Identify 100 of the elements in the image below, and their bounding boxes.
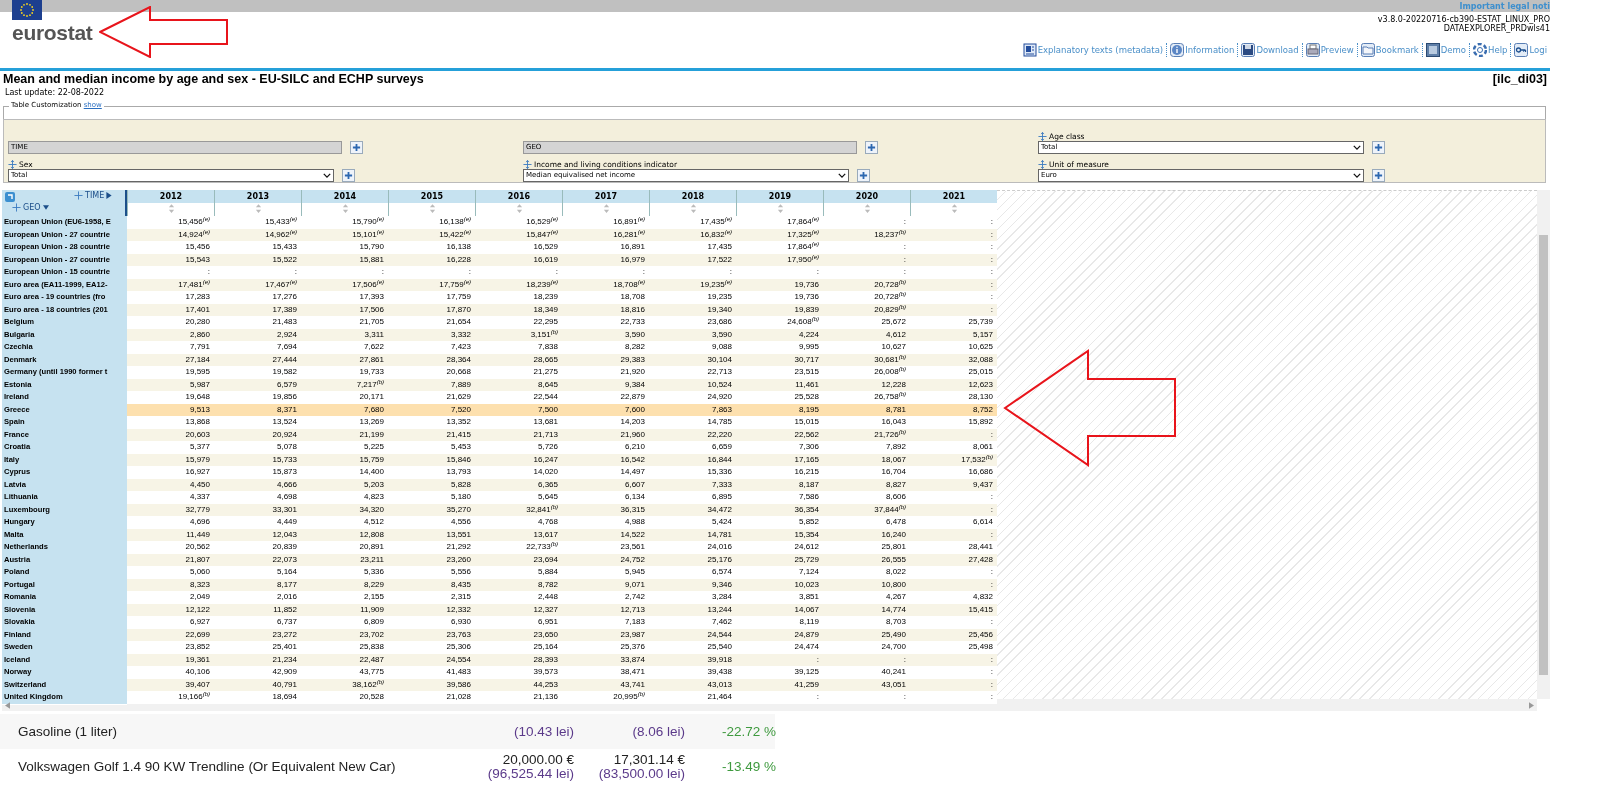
version-text: v3.8.0-20220716-cb390-ESTAT_LINUX_PRO (1377, 15, 1550, 24)
table-cell-text: 3,590 (710, 328, 733, 341)
table-cell-text: : (293, 266, 298, 278)
table-cell-text: 42,909 (271, 666, 298, 678)
table-cell-text: 17,864$^{(e)}$ (786, 216, 820, 228)
column-header[interactable]: 2019 (768, 190, 792, 203)
sort-icon[interactable] (602, 204, 610, 213)
sort-icon[interactable] (341, 204, 349, 213)
table-cell-text: 39,918 (706, 653, 733, 666)
table-cell-text: 19,235$^{(e)}$ (699, 278, 733, 291)
table-cell-text: 5,157 (971, 328, 994, 341)
column-header[interactable]: 2017 (594, 190, 618, 203)
add-button[interactable] (857, 169, 870, 182)
table-cell-text: 23,561 (619, 541, 646, 553)
column-dimension-label[interactable]: TIME (85, 191, 105, 200)
column-header[interactable]: 2013 (246, 190, 270, 203)
table-cell-text: 43,051 (880, 678, 907, 691)
plus-icon (859, 171, 868, 180)
table-cell-text: 32,779 (184, 503, 211, 516)
add-button[interactable] (1372, 169, 1385, 182)
document-icon (1022, 43, 1037, 57)
table-cell-text: 9,513 (188, 403, 211, 416)
table-cell-text: 21,654 (445, 316, 472, 328)
table-cell-text: 15,456 (184, 241, 211, 253)
table-cell-text: 8,606 (884, 491, 907, 503)
move-icon[interactable] (1038, 132, 1047, 141)
table-cell-text: 22,713 (706, 366, 733, 378)
move-icon[interactable] (1038, 160, 1047, 169)
row-dimension-label[interactable]: GEO (23, 203, 41, 212)
column-header[interactable]: 2015 (420, 190, 444, 203)
table-cell-text: 10,625 (967, 341, 994, 353)
table-cell-text: 8,435 (449, 578, 472, 591)
table-cell-text: 8,229 (362, 578, 385, 591)
column-header[interactable]: 2012 (159, 190, 183, 203)
table-cell-text: 16,529$^{(e)}$ (525, 216, 559, 228)
table-cell-text: 23,260 (445, 553, 472, 566)
table-cell-text: 37,844$^{(b)}$ (873, 503, 907, 516)
toolbar-link[interactable]: Information (1166, 43, 1238, 57)
table-cell-text: 8,022 (884, 566, 907, 578)
sort-icon[interactable] (863, 204, 871, 213)
table-cell-text: 8,703 (884, 616, 907, 628)
add-button[interactable] (1372, 141, 1385, 154)
sort-icon[interactable] (689, 204, 697, 213)
table-cell-text: 12,228 (880, 378, 907, 391)
table-cell-text: 19,736 (793, 291, 820, 303)
right-arrow-icon[interactable] (1529, 701, 1534, 709)
toolbar-link[interactable]: Logi (1510, 43, 1550, 57)
table-cell-text: 7,694 (275, 341, 298, 353)
move-icon[interactable] (8, 160, 17, 169)
toolbar-link[interactable]: Download (1237, 43, 1302, 57)
table-cell-text: 7,500 (536, 403, 559, 416)
table-cell-text: 23,987 (619, 628, 646, 641)
column-header[interactable]: 2014 (333, 190, 357, 203)
table-cell-text: 18,708 (619, 291, 646, 303)
table-cell-text: 36,315 (619, 503, 646, 516)
move-icon[interactable] (74, 191, 83, 200)
column-header[interactable]: 2021 (942, 190, 966, 203)
sort-icon[interactable] (254, 204, 262, 213)
logo-text[interactable]: eurostat (12, 21, 93, 45)
table-cell-text: : (554, 266, 559, 278)
column-header[interactable]: 2016 (507, 190, 531, 203)
toolbar-link[interactable]: Demo (1421, 43, 1470, 57)
table-cell-text: 21,726$^{(b)}$ (873, 428, 907, 441)
toolbar-link[interactable]: Explanatory texts (metadata) (1019, 43, 1167, 57)
pivot-icon[interactable] (5, 192, 15, 202)
table-cell-text: 19,361 (184, 653, 211, 666)
move-icon[interactable] (12, 203, 21, 212)
sort-icon[interactable] (950, 204, 958, 213)
eu-flag-icon (12, 0, 42, 20)
move-icon[interactable] (523, 160, 532, 169)
table-cell-text: 15,456$^{(e)}$ (177, 216, 211, 228)
table-cell-text: : (380, 266, 385, 278)
table-cell-text: 21,629 (445, 391, 472, 403)
sort-icon[interactable] (428, 204, 436, 213)
table-cell-text: 24,016 (706, 541, 733, 553)
table-cell-text: 17,389 (271, 303, 298, 316)
add-button[interactable] (342, 169, 355, 182)
toolbar-link[interactable]: Help (1469, 43, 1511, 57)
toolbar-link[interactable]: Preview (1301, 43, 1357, 57)
table-cell-text: 4,337 (188, 491, 211, 503)
toolbar-link[interactable]: Bookmark (1356, 43, 1422, 57)
right-triangle-icon[interactable] (106, 192, 113, 199)
column-header[interactable]: 2020 (855, 190, 879, 203)
add-button[interactable] (350, 141, 363, 154)
vertical-scrollbar[interactable] (1537, 190, 1550, 699)
add-button[interactable] (865, 141, 878, 154)
table-cell-text: 6,614 (971, 516, 994, 528)
sort-icon[interactable] (167, 204, 175, 213)
table-cell-text: 22,699 (184, 628, 211, 641)
table-cell-text: 6,895 (710, 491, 733, 503)
sort-icon[interactable] (776, 204, 784, 213)
table-cell-text: 4,768 (536, 516, 559, 528)
price-text: 17,301.14 € (613, 752, 685, 767)
column-header[interactable]: 2018 (681, 190, 705, 203)
down-triangle-icon[interactable] (42, 204, 49, 211)
table-cell-text: 17,276 (271, 291, 298, 303)
table-cell-text: : (902, 691, 907, 703)
table-cell-text: 28,364 (445, 353, 472, 366)
left-arrow-icon[interactable] (5, 701, 10, 709)
sort-icon[interactable] (515, 204, 523, 213)
